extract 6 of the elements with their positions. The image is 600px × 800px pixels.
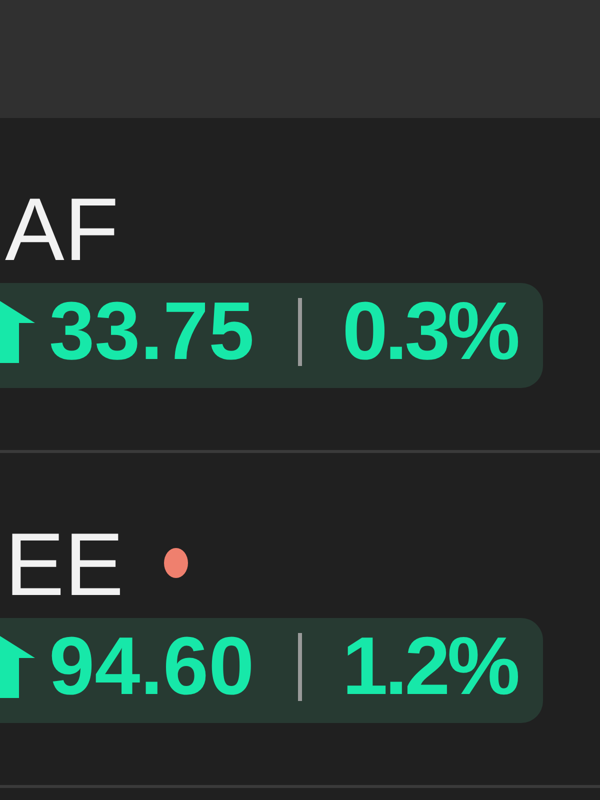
stock-ticker: AF bbox=[5, 185, 119, 274]
price-change: 94.60 bbox=[49, 626, 254, 708]
percent-change: 0.3% bbox=[342, 291, 518, 373]
price-change: 33.75 bbox=[49, 291, 254, 373]
stock-ticker: EE bbox=[5, 520, 124, 609]
percent-change: 1.2% bbox=[342, 626, 518, 708]
